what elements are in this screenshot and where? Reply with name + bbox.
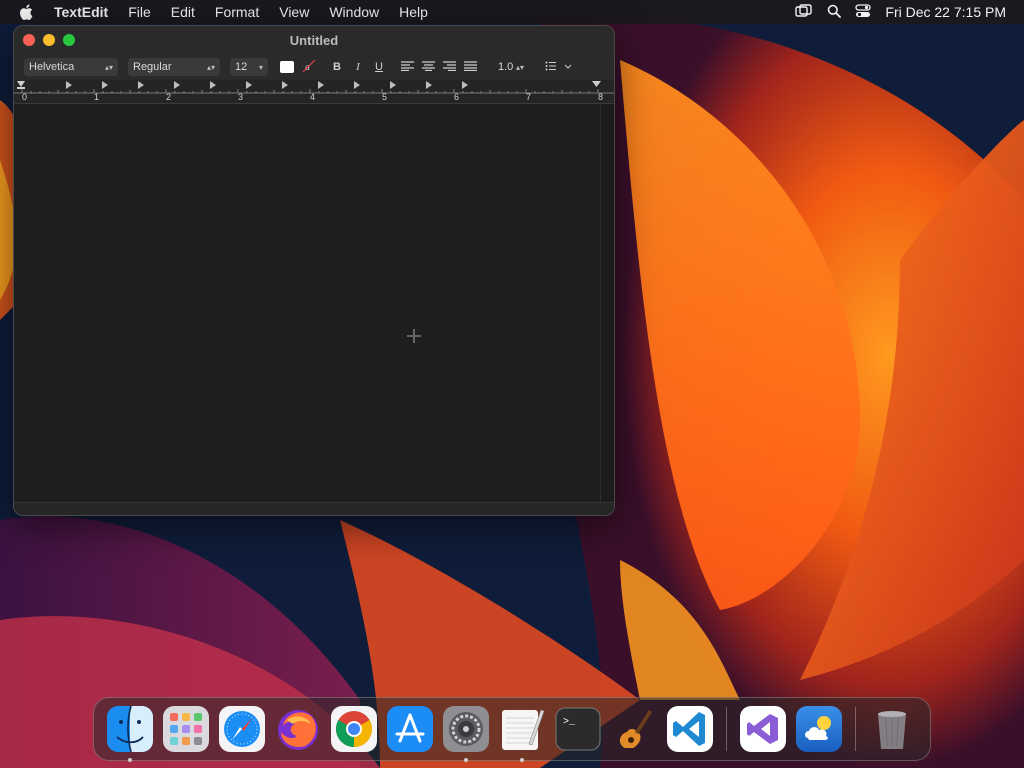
running-indicator <box>464 758 468 762</box>
format-toolbar: Helvetica ▴▾ Regular ▴▾ 12 ▾ a B I U <box>14 54 614 80</box>
textedit-window: Untitled Helvetica ▴▾ Regular ▴▾ 12 ▾ a … <box>13 25 615 516</box>
ruler-label: 0 <box>22 92 27 102</box>
tab-stop-marker[interactable] <box>390 81 396 89</box>
align-left-icon[interactable] <box>398 60 416 74</box>
tab-stop-marker[interactable] <box>462 81 468 89</box>
running-indicator <box>128 758 132 762</box>
ruler-label: 5 <box>382 92 387 102</box>
apple-icon[interactable] <box>0 4 52 20</box>
tab-stop-marker[interactable] <box>246 81 252 89</box>
align-right-icon[interactable] <box>440 60 458 74</box>
ruler-label: 3 <box>238 92 243 102</box>
dock-weather-icon[interactable] <box>796 706 842 752</box>
list-bullets-icon[interactable] <box>543 61 573 74</box>
dock: >_ <box>93 697 931 762</box>
minimize-window-button[interactable] <box>43 34 55 46</box>
menu-view[interactable]: View <box>269 0 319 24</box>
running-indicator <box>520 758 524 762</box>
highlight-color-icon[interactable]: a <box>300 59 318 76</box>
text-color-well[interactable] <box>280 61 294 73</box>
tab-stop-marker[interactable] <box>138 81 144 89</box>
screen-mirroring-icon[interactable] <box>795 3 813 21</box>
dock-terminal-icon[interactable]: >_ <box>555 706 601 752</box>
menubar-clock[interactable]: Fri Dec 22 7:15 PM <box>885 4 1006 20</box>
dock-firefox-icon[interactable] <box>275 706 321 752</box>
underline-button[interactable]: U <box>370 61 388 73</box>
dock-visual-studio-icon[interactable] <box>740 706 786 752</box>
tab-stop-marker[interactable] <box>426 81 432 89</box>
window-titlebar[interactable]: Untitled <box>14 26 614 54</box>
ruler-label: 6 <box>454 92 459 102</box>
popup-arrows-icon: ▴▾ <box>104 62 113 72</box>
ruler-label: 4 <box>310 92 315 102</box>
justify-icon[interactable] <box>461 60 479 74</box>
dock-textedit-icon[interactable] <box>499 706 545 762</box>
dock-vscode-icon[interactable] <box>667 706 713 752</box>
document-text-area[interactable] <box>14 104 614 502</box>
font-size-value: 12 <box>235 61 248 73</box>
font-family-popup[interactable]: Helvetica ▴▾ <box>24 58 118 76</box>
menu-window[interactable]: Window <box>319 0 389 24</box>
menu-bar: TextEdit File Edit Format View Window He… <box>0 0 1024 24</box>
dock-app-store-icon[interactable] <box>387 706 433 752</box>
spotlight-search-icon[interactable] <box>827 4 842 21</box>
tab-stop-marker[interactable] <box>66 81 72 89</box>
line-spacing-popup[interactable]: 1.0 ▴▾ <box>493 58 529 76</box>
line-spacing-value: 1.0 <box>498 61 514 73</box>
dock-trash-icon[interactable] <box>869 706 915 752</box>
menu-edit[interactable]: Edit <box>161 0 205 24</box>
menu-help[interactable]: Help <box>389 0 438 24</box>
dock-separator <box>726 707 727 751</box>
bold-button[interactable]: B <box>328 61 346 73</box>
dock-garageband-icon[interactable] <box>611 706 657 752</box>
dock-finder-icon[interactable] <box>107 706 153 762</box>
font-style-popup[interactable]: Regular ▴▾ <box>128 58 220 76</box>
window-title: Untitled <box>289 32 339 48</box>
align-center-icon[interactable] <box>419 60 437 74</box>
tab-stop-marker[interactable] <box>318 81 324 89</box>
vertical-scrollbar[interactable] <box>600 104 614 502</box>
popup-arrows-icon: ▴▾ <box>515 62 524 72</box>
menu-app-textedit[interactable]: TextEdit <box>52 0 118 24</box>
dock-separator <box>855 707 856 751</box>
font-size-combo[interactable]: 12 ▾ <box>230 58 268 76</box>
left-indent-marker[interactable] <box>17 81 25 87</box>
first-line-indent-marker[interactable] <box>17 87 25 89</box>
menu-format[interactable]: Format <box>205 0 269 24</box>
tab-stop-marker[interactable] <box>282 81 288 89</box>
chevron-down-icon[interactable]: ▾ <box>259 63 263 72</box>
ruler-label: 8 <box>598 92 603 102</box>
menu-file[interactable]: File <box>118 0 161 24</box>
dock-launchpad-icon[interactable] <box>163 706 209 752</box>
popup-arrows-icon: ▴▾ <box>206 62 215 72</box>
control-center-icon[interactable] <box>855 3 872 21</box>
ruler-label: 1 <box>94 92 99 102</box>
zoom-window-button[interactable] <box>63 34 75 46</box>
window-bottom-bar <box>14 502 614 515</box>
tab-stop-marker[interactable] <box>102 81 108 89</box>
ruler-label: 2 <box>166 92 171 102</box>
dock-chrome-icon[interactable] <box>331 706 377 752</box>
dock-system-settings-icon[interactable] <box>443 706 489 762</box>
right-indent-marker[interactable] <box>592 81 601 87</box>
ruler-label: 7 <box>526 92 531 102</box>
tab-stop-marker[interactable] <box>210 81 216 89</box>
crosshair-cursor-icon <box>407 329 421 343</box>
tab-stop-marker[interactable] <box>174 81 180 89</box>
svg-text:>_: >_ <box>563 717 576 728</box>
font-family-value: Helvetica <box>29 61 75 73</box>
close-window-button[interactable] <box>23 34 35 46</box>
dock-safari-icon[interactable] <box>219 706 265 752</box>
tab-stop-marker[interactable] <box>354 81 360 89</box>
font-style-value: Regular <box>133 61 172 73</box>
italic-button[interactable]: I <box>349 61 367 73</box>
ruler[interactable]: 0 1 2 3 4 5 6 7 8 <box>14 80 614 104</box>
